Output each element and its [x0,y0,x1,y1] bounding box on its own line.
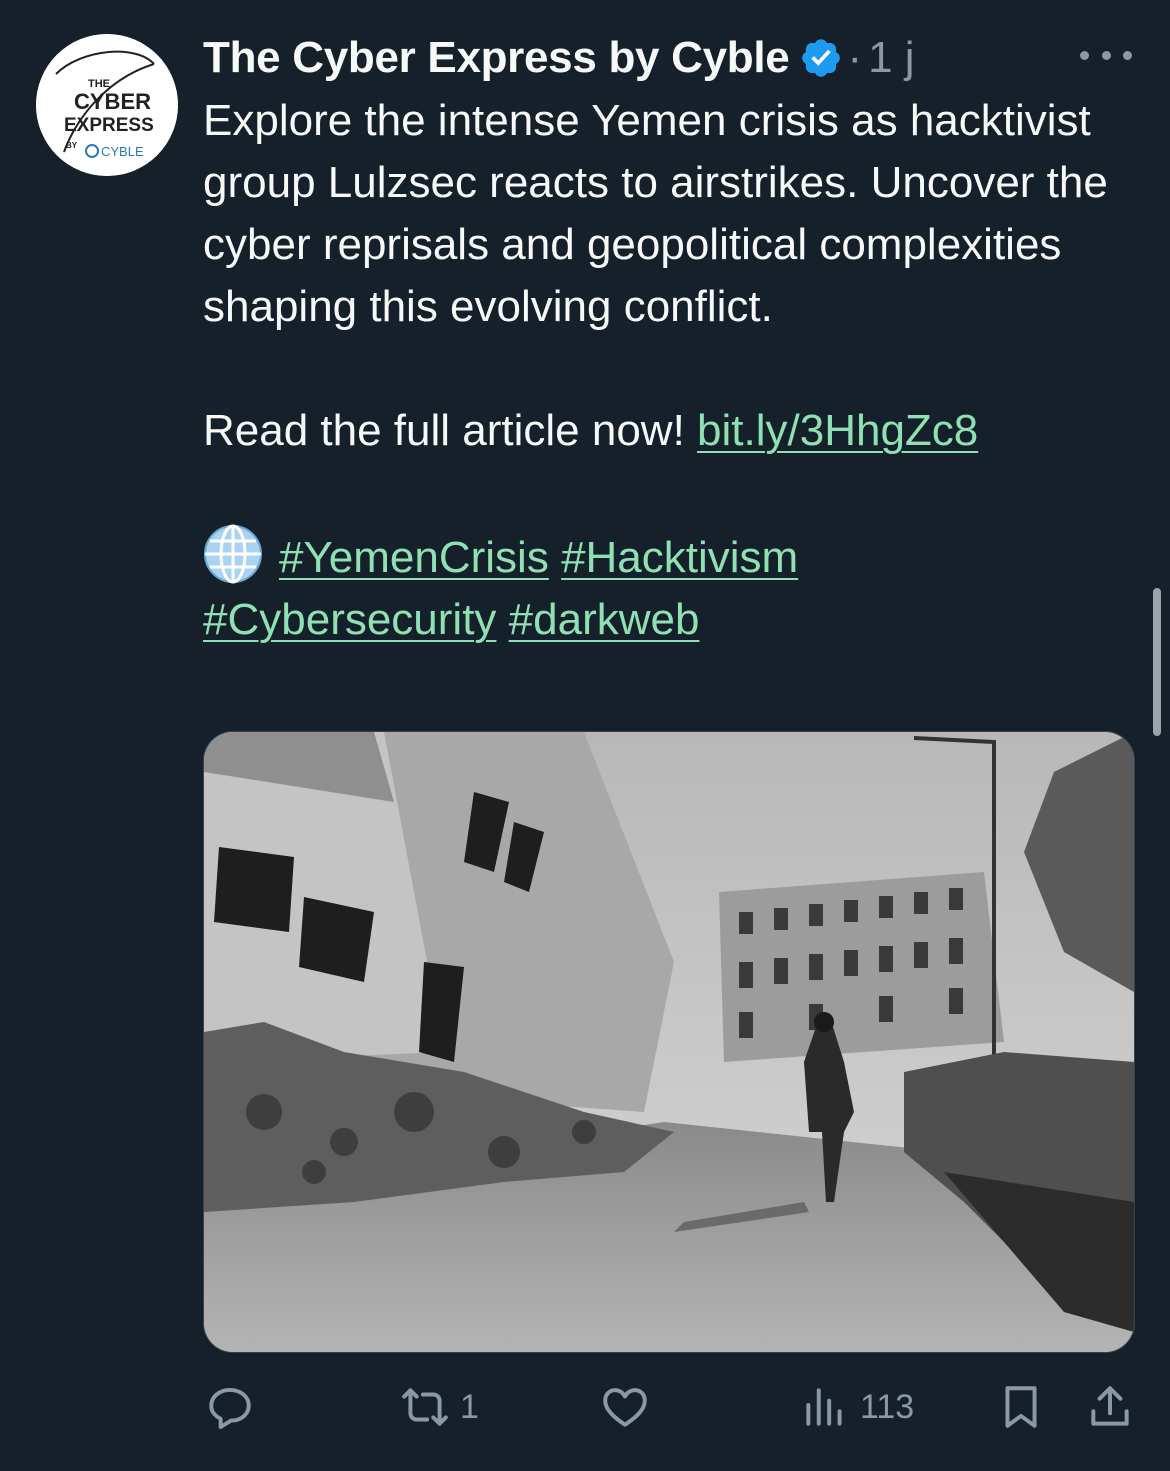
views-chart-icon [800,1382,850,1432]
heart-icon [600,1382,650,1432]
tweet-photo[interactable] [203,731,1135,1353]
scrollbar-thumb[interactable] [1153,588,1161,736]
share-button[interactable] [1085,1380,1135,1434]
read-more-text: Read the full article now! [203,406,698,455]
hashtag-link[interactable]: #darkweb [509,595,700,644]
retweet-count: 1 [460,1387,479,1426]
tweet-actions: 1 113 [0,1372,1170,1442]
hashtag-link[interactable]: #Hacktivism [561,533,798,582]
header-separator: · [847,33,863,82]
hashtag-line: #YemenCrisis #Hacktivism #Cybersecurity #… [203,524,1123,651]
hashtag-link[interactable]: #Cybersecurity [203,595,496,644]
globe-emoji-icon [203,524,263,584]
retweet-button[interactable]: 1 [400,1380,479,1434]
tweet-body: Explore the intense Yemen crisis as hack… [203,96,1108,331]
tweet-header: The Cyber Express by Cyble · 1 j [203,28,915,88]
tweet-timestamp[interactable]: 1 j [868,33,914,83]
author-avatar[interactable]: THE CYBER EXPRESS BY CYBLE [36,34,178,176]
reply-button[interactable] [205,1380,255,1434]
retweet-icon [400,1382,450,1432]
verified-badge-icon[interactable] [799,36,843,80]
views-count: 113 [860,1387,915,1426]
more-options-icon[interactable] [1080,40,1132,70]
article-link[interactable]: bit.ly/3HhgZc8 [697,406,978,455]
like-button[interactable] [600,1380,650,1434]
tweet-text: Explore the intense Yemen crisis as hack… [203,90,1123,651]
logo-text-express: EXPRESS [64,115,154,136]
bookmark-button[interactable] [996,1380,1046,1434]
views-button[interactable]: 113 [800,1380,914,1434]
logo-text-cyble: CYBLE [101,144,144,159]
hashtag-link[interactable]: #YemenCrisis [279,533,549,582]
logo-text-by: BY [66,141,78,150]
logo-text-cyber: CYBER [74,89,151,114]
reply-icon [205,1382,255,1432]
read-more-line: Read the full article now! bit.ly/3HhgZc… [203,400,1123,462]
share-icon [1085,1382,1135,1432]
cyber-express-logo: THE CYBER EXPRESS BY CYBLE [36,34,178,176]
author-name[interactable]: The Cyber Express by Cyble [203,33,790,83]
bookmark-icon [996,1382,1046,1432]
